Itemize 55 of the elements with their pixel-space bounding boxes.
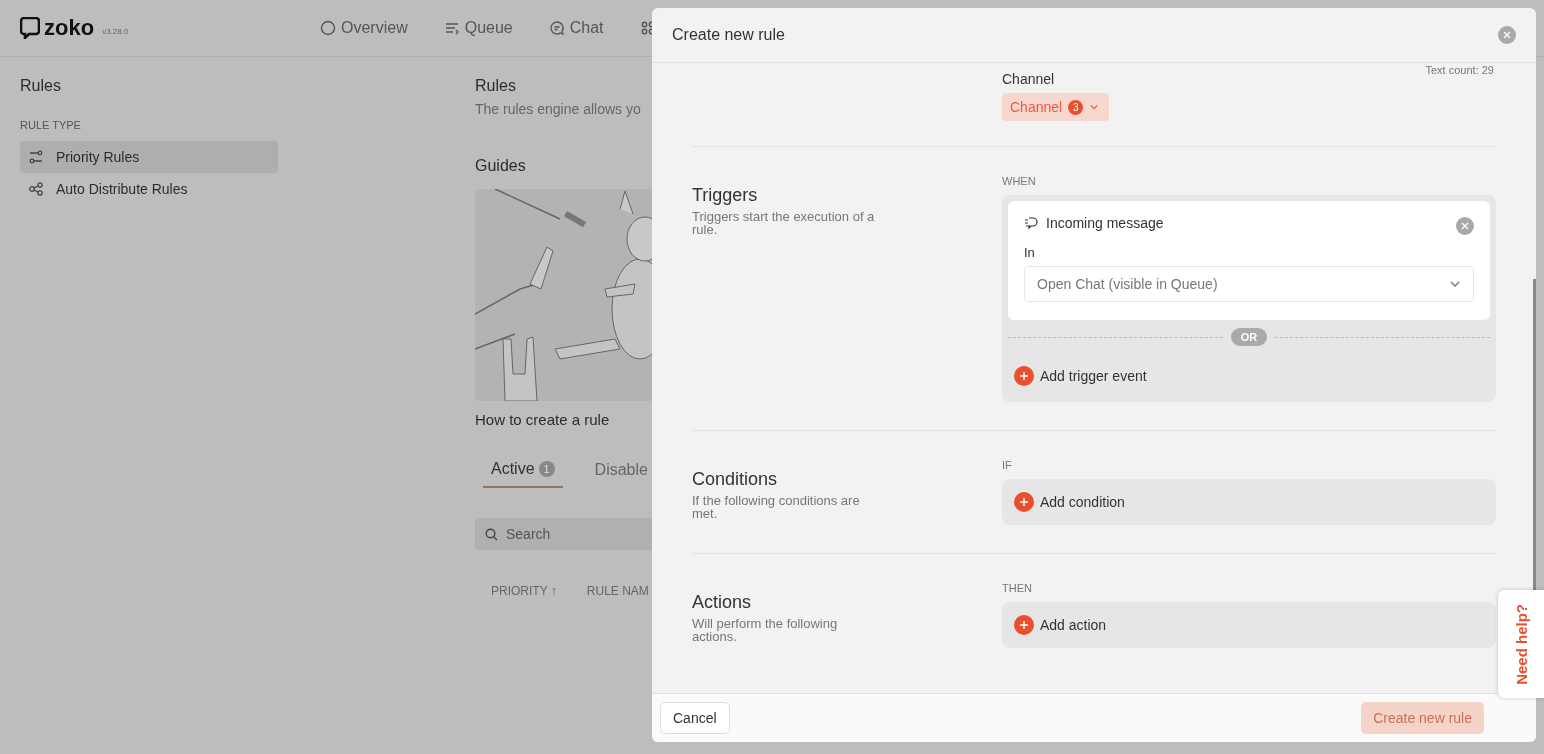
text-count: Text count: 29	[1425, 64, 1494, 76]
trigger-title: Incoming message	[1046, 215, 1164, 231]
section-title: Triggers	[692, 185, 759, 206]
section-description: Triggers start the execution of a rule.	[692, 210, 876, 236]
section-title: Conditions	[692, 469, 779, 490]
chevron-icon	[1089, 102, 1100, 112]
close-icon	[1503, 31, 1511, 39]
close-icon	[1461, 222, 1469, 230]
plus-icon	[1014, 492, 1034, 512]
field-label: In	[1024, 245, 1036, 260]
search-icon	[485, 527, 498, 541]
logo-text: zoko	[44, 15, 95, 41]
sidebar-title: Rules	[20, 77, 62, 95]
nav-item[interactable]: Queue	[443, 19, 513, 37]
channel-dropdown[interactable]: Channel 3	[1002, 93, 1110, 121]
add-button[interactable]: Add condition	[1014, 492, 1125, 512]
plus-icon	[1014, 615, 1034, 635]
section-keyword: IF	[1002, 459, 1013, 471]
nav-item[interactable]: Overview	[320, 19, 408, 37]
version-label: v3.28.0	[102, 26, 129, 36]
page-description: The rules engine allows yo	[475, 101, 642, 117]
modal-title: Create new rule	[672, 26, 785, 44]
plus-icon	[1014, 366, 1034, 386]
or-separator: OR	[1230, 328, 1268, 346]
share-icon	[28, 181, 44, 197]
section-description: If the following conditions are met.	[692, 494, 861, 520]
circle-icon	[320, 20, 336, 36]
section-label: RULE TYPE	[20, 119, 82, 131]
field-label: Channel	[1002, 71, 1056, 87]
section-title: Actions	[692, 592, 753, 613]
add-trigger-button[interactable]: Add trigger event	[1014, 366, 1147, 386]
message-icon	[1024, 216, 1038, 230]
chevron-icon	[1449, 278, 1461, 290]
add-button[interactable]: Add action	[1014, 615, 1107, 635]
tab[interactable]: Disable	[586, 460, 656, 488]
nav-item[interactable]: Chat	[548, 19, 604, 37]
column-header[interactable]: PRIORITY ↑	[491, 584, 557, 598]
chat-type-select[interactable]: Open Chat (visible in Queue)	[1024, 266, 1474, 302]
queue-icon	[443, 20, 460, 36]
remove-trigger-button[interactable]	[1456, 217, 1474, 235]
logo-icon	[20, 17, 40, 39]
sidebar-item[interactable]: Auto Distribute Rules	[20, 173, 278, 205]
section-keyword: WHEN	[1002, 175, 1037, 187]
tab[interactable]: Active 1	[483, 460, 563, 488]
cancel-button[interactable]: Cancel	[660, 702, 730, 734]
chat-icon	[548, 20, 565, 36]
sliders-icon	[28, 149, 44, 165]
page-title: Rules	[475, 77, 517, 95]
guides-title: Guides	[475, 157, 527, 175]
section-keyword: THEN	[1002, 582, 1033, 594]
help-tab[interactable]: Need help?	[1498, 590, 1544, 698]
sidebar-item[interactable]: Priority Rules	[20, 141, 278, 173]
close-button[interactable]	[1498, 26, 1516, 44]
section-description: Will perform the following actions.	[692, 617, 839, 643]
column-header[interactable]: RULE NAM	[586, 584, 649, 598]
